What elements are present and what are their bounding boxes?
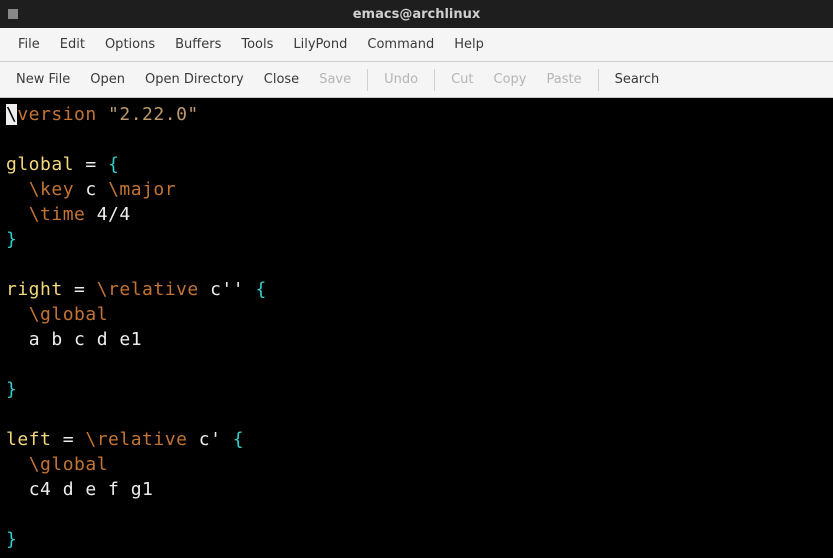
tool-close[interactable]: Close bbox=[254, 66, 309, 93]
code-token bbox=[6, 329, 29, 350]
toolbar-separator bbox=[367, 69, 368, 91]
menu-edit[interactable]: Edit bbox=[50, 31, 95, 58]
app-icon bbox=[8, 9, 18, 19]
code-token: left bbox=[6, 429, 51, 450]
code-token: c' bbox=[187, 429, 232, 450]
code-token: \global bbox=[29, 454, 108, 475]
menu-lilypond[interactable]: LilyPond bbox=[283, 31, 357, 58]
menu-options[interactable]: Options bbox=[95, 31, 165, 58]
code-token bbox=[6, 479, 29, 500]
code-token: \relative bbox=[85, 429, 187, 450]
title-bar: emacs@archlinux bbox=[0, 0, 833, 28]
toolbar-separator bbox=[434, 69, 435, 91]
code-token: a b c d e1 bbox=[29, 329, 142, 350]
code-token: = bbox=[51, 429, 85, 450]
tool-open-directory[interactable]: Open Directory bbox=[135, 66, 254, 93]
code-token: = bbox=[63, 279, 97, 300]
menu-tools[interactable]: Tools bbox=[231, 31, 283, 58]
code-token: } bbox=[6, 529, 17, 550]
code-token bbox=[6, 304, 29, 325]
code-token: } bbox=[6, 379, 17, 400]
code-token: } bbox=[6, 229, 17, 250]
tool-open[interactable]: Open bbox=[80, 66, 135, 93]
window-title: emacs@archlinux bbox=[353, 7, 481, 22]
code-token: version bbox=[17, 104, 96, 125]
code-token bbox=[6, 204, 29, 225]
tool-paste[interactable]: Paste bbox=[536, 66, 591, 93]
code-token bbox=[6, 179, 29, 200]
code-token: 4/4 bbox=[85, 204, 130, 225]
code-token: \key bbox=[29, 179, 74, 200]
menu-file[interactable]: File bbox=[8, 31, 50, 58]
code-token: c bbox=[74, 179, 108, 200]
menu-help[interactable]: Help bbox=[444, 31, 494, 58]
tool-save[interactable]: Save bbox=[309, 66, 361, 93]
code-token bbox=[97, 104, 108, 125]
code-token: \global bbox=[29, 304, 108, 325]
toolbar-separator bbox=[598, 69, 599, 91]
editor-buffer[interactable]: \version "2.22.0" global = { \key c \maj… bbox=[0, 98, 833, 558]
code-token: { bbox=[108, 154, 119, 175]
code-token: right bbox=[6, 279, 63, 300]
tool-search[interactable]: Search bbox=[605, 66, 670, 93]
code-token: c4 d e f g1 bbox=[29, 479, 154, 500]
tool-cut[interactable]: Cut bbox=[441, 66, 483, 93]
code-token: \major bbox=[108, 179, 176, 200]
menu-command[interactable]: Command bbox=[357, 31, 444, 58]
code-token: { bbox=[233, 429, 244, 450]
code-token: c'' bbox=[199, 279, 256, 300]
code-token: "2.22.0" bbox=[108, 104, 199, 125]
code-token: \time bbox=[29, 204, 86, 225]
code-token: = bbox=[74, 154, 108, 175]
code-token bbox=[6, 454, 29, 475]
tool-copy[interactable]: Copy bbox=[484, 66, 537, 93]
code-token: global bbox=[6, 154, 74, 175]
menu-buffers[interactable]: Buffers bbox=[165, 31, 231, 58]
tool-new-file[interactable]: New File bbox=[6, 66, 80, 93]
code-token: \relative bbox=[97, 279, 199, 300]
code-token: { bbox=[255, 279, 266, 300]
menu-bar: File Edit Options Buffers Tools LilyPond… bbox=[0, 28, 833, 62]
text-cursor: \ bbox=[6, 104, 17, 125]
tool-bar: New File Open Open Directory Close Save … bbox=[0, 62, 833, 98]
tool-undo[interactable]: Undo bbox=[374, 66, 428, 93]
